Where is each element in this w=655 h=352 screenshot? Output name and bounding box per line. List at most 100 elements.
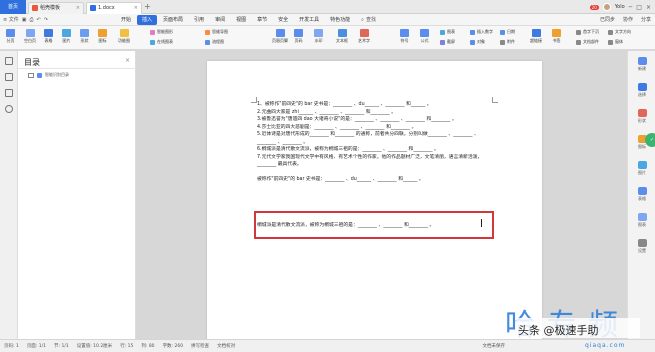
- tab-9[interactable]: 特色功能: [325, 15, 355, 25]
- ribbon-button-3[interactable]: 图片: [62, 29, 71, 44]
- document-body[interactable]: 1、被称作"前四史"的 bar 史书是：________ 、du______ 、…: [257, 101, 497, 184]
- status-item-7[interactable]: 拼写检查: [191, 343, 209, 349]
- tab-5[interactable]: 视图: [231, 15, 251, 25]
- ribbon-small-button-8[interactable]: 日期: [500, 29, 515, 35]
- ribbon-small-button-0[interactable]: 智能图形: [150, 29, 173, 35]
- status-item-3: 设置值: 10.2厘米: [76, 344, 113, 349]
- assistant-button[interactable]: ✓: [645, 133, 655, 147]
- ribbon-button-6[interactable]: 功能图: [118, 29, 130, 44]
- ribbon-button-14[interactable]: 超链接: [530, 29, 542, 44]
- collaborate-button[interactable]: 协作: [623, 16, 633, 23]
- tab-1[interactable]: 插入: [137, 15, 158, 25]
- ribbon-small-label: 窗体: [615, 39, 623, 44]
- save-icon[interactable]: ▣: [22, 17, 27, 23]
- ribbon-button-13[interactable]: 公式: [420, 29, 429, 44]
- search-button[interactable]: ⌕ 查找: [356, 15, 381, 25]
- right-tool-6[interactable]: 图表: [628, 213, 655, 228]
- tab-0[interactable]: 开始: [116, 15, 136, 25]
- status-item-0: 页码: 1: [4, 344, 19, 349]
- close-icon[interactable]: ×: [76, 3, 80, 13]
- list-icon: [28, 72, 34, 78]
- ribbon-button-2[interactable]: 表格: [44, 29, 53, 44]
- print-icon[interactable]: ⎙: [30, 17, 34, 23]
- tab-4[interactable]: 审阅: [210, 15, 230, 25]
- search-icon[interactable]: [5, 105, 13, 113]
- pages-icon[interactable]: [5, 73, 13, 81]
- ribbon-small-label: 文字方向: [615, 29, 631, 34]
- minimize-icon[interactable]: ─: [629, 4, 633, 11]
- right-tool-0[interactable]: 新建: [628, 57, 655, 72]
- sync-status[interactable]: 已同步: [600, 16, 615, 23]
- right-tool-label: 图表: [638, 222, 646, 227]
- ribbon-small-icon: [150, 29, 155, 35]
- ribbon-button-15[interactable]: 书签: [552, 29, 561, 44]
- right-tool-2[interactable]: 形状: [628, 109, 655, 124]
- highlighted-paragraph[interactable]: 桐城派是清代散文流派，被称为桐城三祖的是：________ 、________ …: [257, 221, 434, 228]
- ribbon-small-button-9[interactable]: 附件: [500, 39, 515, 45]
- notification-badge[interactable]: 20: [589, 4, 599, 10]
- right-tool-5[interactable]: 表格: [628, 187, 655, 202]
- ribbon-small-label: 日期: [507, 29, 515, 34]
- tab-3[interactable]: 引用: [189, 15, 209, 25]
- avatar[interactable]: [602, 3, 611, 11]
- ribbon-button-10[interactable]: 文本框: [336, 29, 348, 44]
- right-tool-icon: [637, 239, 647, 247]
- ribbon-icon: [294, 29, 303, 37]
- tab-templates[interactable]: 稻壳模板 ×: [28, 2, 84, 14]
- ribbon-button-11[interactable]: 艺术字: [358, 29, 370, 44]
- ribbon-button-5[interactable]: 图标: [98, 29, 107, 44]
- quick-access: ≡ 文件 ▣ ⎙ ↶ ↷: [3, 16, 48, 24]
- document-page[interactable]: 1、被称作"前四史"的 bar 史书是：________ 、du______ 、…: [207, 61, 542, 339]
- toc-panel: 目录 × 智能识别目录: [18, 51, 136, 339]
- ribbon-small-button-12[interactable]: 文字方向: [608, 29, 631, 35]
- status-item-8[interactable]: 文档校对: [217, 343, 235, 349]
- right-tool-4[interactable]: 图片: [628, 161, 655, 176]
- file-menu[interactable]: ≡ 文件: [3, 16, 19, 23]
- ribbon-small-icon: [500, 29, 505, 35]
- ribbon-small-icon: [440, 39, 445, 45]
- ribbon-small-button-7[interactable]: 对象: [470, 39, 485, 45]
- ribbon-button-8[interactable]: 页码: [294, 29, 303, 44]
- ribbon-small-button-1[interactable]: 思维导图: [205, 29, 228, 35]
- redo-icon[interactable]: ↷: [44, 17, 48, 23]
- ribbon-icon: [44, 29, 53, 37]
- ribbon-small-button-10[interactable]: 首字下沉: [576, 29, 599, 35]
- right-tool-label: 图标: [638, 144, 646, 149]
- ribbon-small-button-5[interactable]: 截屏: [440, 39, 455, 45]
- ribbon-label: 书签: [552, 38, 561, 43]
- right-tool-1[interactable]: 选择: [628, 83, 655, 98]
- ribbon-small-icon: [440, 29, 445, 35]
- ribbon-button-12[interactable]: 符号: [400, 29, 409, 44]
- home-tab[interactable]: 首页: [0, 0, 26, 14]
- close-window-icon[interactable]: ×: [646, 4, 651, 11]
- close-icon[interactable]: ×: [134, 3, 138, 13]
- ribbon-button-1[interactable]: 空白页: [24, 29, 36, 44]
- tab-2[interactable]: 页面布局: [158, 15, 188, 25]
- ribbon-small-button-4[interactable]: 图表: [440, 29, 455, 35]
- ribbon-small-button-11[interactable]: 文档部件: [576, 39, 599, 45]
- tab-7[interactable]: 安全: [273, 15, 293, 25]
- ribbon-small-button-2[interactable]: 在线图表: [150, 39, 173, 45]
- undo-icon[interactable]: ↶: [37, 17, 41, 23]
- new-tab-button[interactable]: +: [144, 2, 151, 12]
- ribbon-small-button-6[interactable]: 插入数字: [470, 29, 493, 35]
- ribbon-small-button-3[interactable]: 流程图: [205, 39, 224, 45]
- paragraph: 4.莎士比亚的四大悲剧是：________ 、________ 、_______…: [257, 124, 417, 130]
- ribbon-small-button-13[interactable]: 窗体: [608, 39, 623, 45]
- toc-icon[interactable]: [5, 57, 13, 65]
- ribbon-button-9[interactable]: 水印: [314, 29, 323, 44]
- ribbon-button-7[interactable]: 页眉页脚: [272, 29, 288, 44]
- bookmark-icon[interactable]: [5, 89, 13, 97]
- smart-toc-button[interactable]: 智能识别目录: [28, 72, 69, 78]
- close-icon[interactable]: ×: [125, 57, 130, 64]
- tab-8[interactable]: 开发工具: [294, 15, 324, 25]
- tab-6[interactable]: 章节: [252, 15, 272, 25]
- ribbon-button-0[interactable]: 分页: [6, 29, 15, 44]
- maximize-icon[interactable]: □: [636, 4, 642, 11]
- user-name[interactable]: Yolo: [615, 4, 625, 10]
- right-tool-7[interactable]: 设置: [628, 239, 655, 254]
- tab-document[interactable]: 1.docx ×: [86, 2, 142, 14]
- ribbon-small-icon: [205, 29, 210, 35]
- ribbon-button-4[interactable]: 形状: [80, 29, 89, 44]
- share-button[interactable]: 分享: [641, 16, 651, 23]
